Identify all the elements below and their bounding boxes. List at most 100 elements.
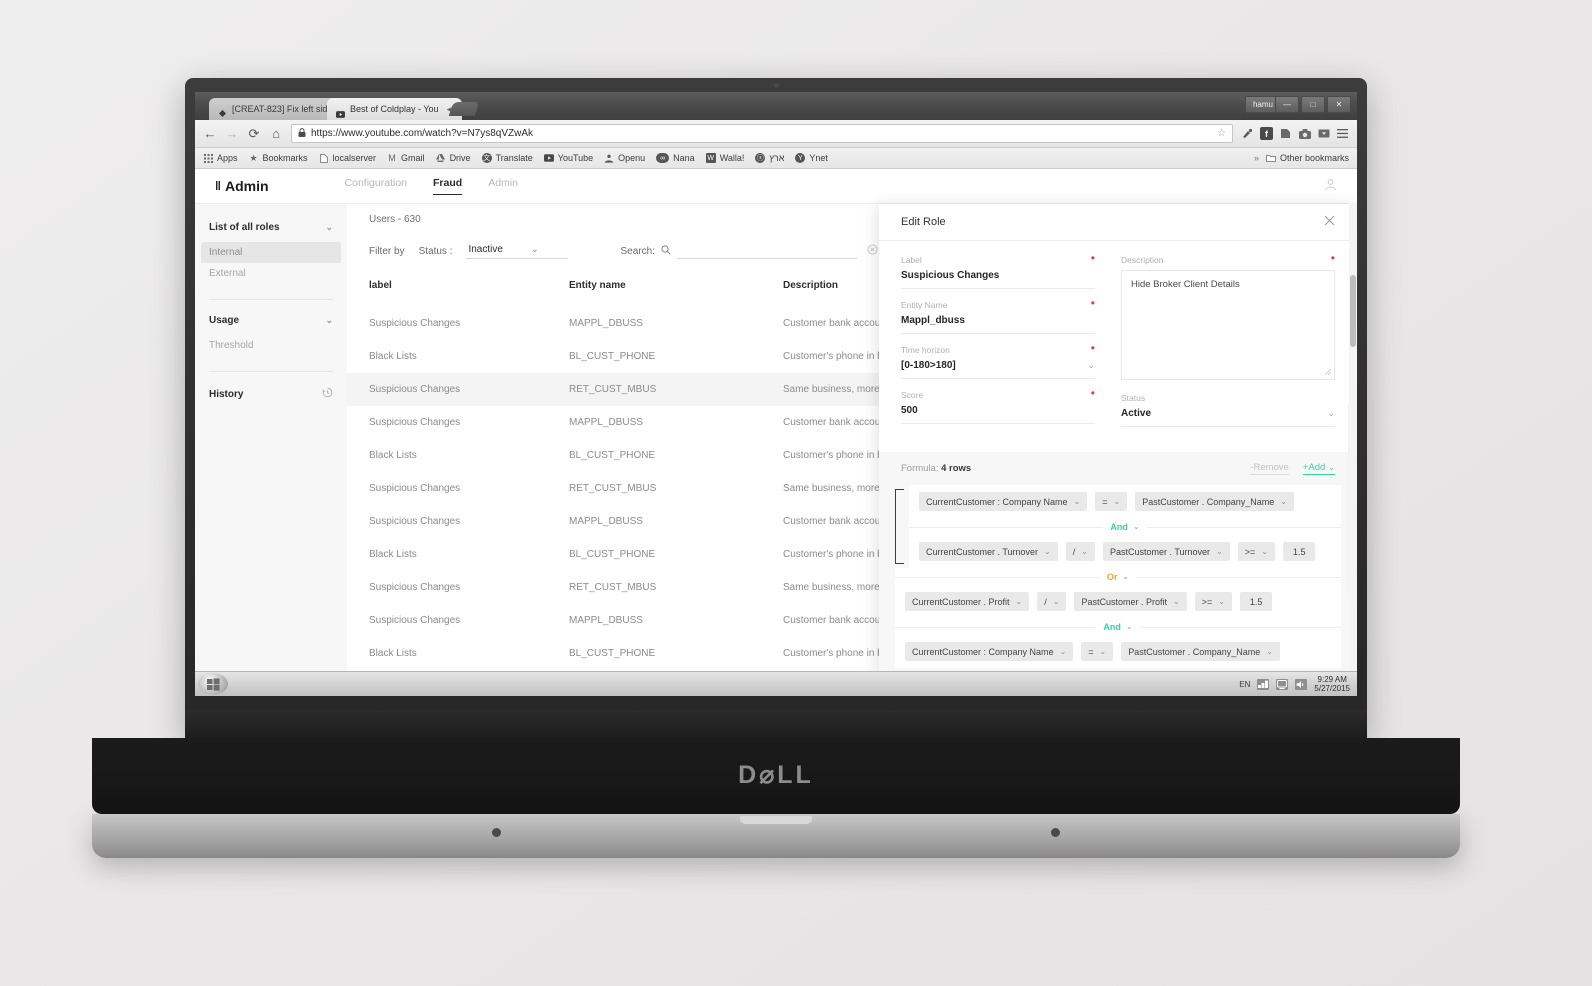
score-input[interactable]: 500 [901, 405, 1095, 424]
tab-admin[interactable]: Admin [488, 177, 518, 195]
status-filter-select[interactable]: Inactive ⌄ [466, 244, 569, 259]
sidebar-item-history[interactable]: History [209, 387, 333, 401]
sidebar-item-internal[interactable]: Internal [201, 242, 341, 263]
clear-circle-icon[interactable] [867, 244, 878, 258]
formula-joiner-and[interactable]: And ⌄ [909, 518, 1341, 535]
tray-language-indicator[interactable]: EN [1239, 680, 1250, 689]
bookmark-bookmarks[interactable]: ★ Bookmarks [249, 153, 307, 164]
formula-chip[interactable]: 1.5 [1239, 592, 1273, 611]
formula-row: CurrentCustomer . Turnover ⌄ / ⌄ PastCustome… [909, 535, 1341, 568]
add-row-label: +Add [1302, 462, 1326, 473]
drawer-header: Edit Role [879, 204, 1357, 241]
facebook-icon[interactable]: f [1260, 127, 1273, 140]
bookmark-openu[interactable]: Openu [604, 153, 645, 163]
formula-chip[interactable]: CurrentCustomer . Profit ⌄ [905, 592, 1030, 611]
formula-chip[interactable]: 1.5 [1282, 542, 1316, 561]
volume-icon[interactable] [1295, 678, 1308, 690]
bookmark-star-icon[interactable]: ☆ [1217, 128, 1226, 139]
bookmark-ynet[interactable]: Y Ynet [795, 153, 828, 163]
formula-chip[interactable]: >= ⌄ [1194, 592, 1232, 611]
formula-chip[interactable]: = ⌄ [1081, 642, 1114, 661]
forward-icon[interactable]: → [225, 126, 239, 141]
menu-icon[interactable] [1336, 127, 1349, 140]
taskbar-clock[interactable]: 9:29 AM 5/27/2015 [1314, 675, 1350, 693]
formula-chip[interactable]: CurrentCustomer : Company Name ⌄ [905, 642, 1074, 661]
person-icon[interactable] [1324, 178, 1337, 194]
joiner-or-label: Or [1106, 571, 1118, 582]
tab-fraud[interactable]: Fraud [433, 177, 463, 195]
sidebar-group-usage-header[interactable]: Usage ⌄ [209, 315, 333, 326]
field-entity-name: Entity Name • Mappl_dbuss [901, 297, 1095, 334]
screencast-icon[interactable] [1317, 127, 1330, 140]
formula-chip[interactable]: / ⌄ [1065, 542, 1095, 561]
formula-chip[interactable]: PastCustomer . Turnover ⌄ [1102, 542, 1230, 561]
formula-chip-label: CurrentCustomer . Profit [912, 596, 1010, 607]
sidebar-group-roles-header[interactable]: List of all roles ⌄ [209, 222, 333, 233]
status-select[interactable]: Active ⌄ [1121, 408, 1335, 427]
new-tab-button[interactable] [448, 102, 480, 116]
action-center-icon[interactable] [1276, 678, 1289, 690]
chevron-down-icon: ⌄ [1052, 597, 1060, 606]
sidebar-item-threshold[interactable]: Threshold [201, 335, 341, 356]
bookmark-youtube[interactable]: YouTube [543, 153, 593, 163]
label-input[interactable]: Suspicious Changes [901, 270, 1095, 289]
tab-configuration[interactable]: Configuration [345, 177, 407, 195]
bookmark-translate[interactable]: 文 Translate [481, 153, 533, 163]
bookmark-walla[interactable]: W Walla! [705, 153, 744, 163]
form-column-right: Description • Hide Broker Client Details [1121, 252, 1335, 438]
bookmark-arutz[interactable]: ⓢ ארץ [755, 153, 784, 163]
cell-role-entity: BL_CUST_PHONE [569, 351, 656, 362]
home-icon[interactable]: ⌂ [269, 126, 283, 141]
bookmark-nana[interactable]: ∞ Nana [656, 153, 695, 163]
bookmarks-overflow-icon[interactable]: » [1254, 153, 1259, 163]
window-maximize-button[interactable]: □ [1301, 96, 1325, 113]
network-icon[interactable] [1257, 678, 1270, 690]
bookmark-apps[interactable]: Apps [203, 153, 238, 163]
reload-icon[interactable]: ⟳ [247, 126, 261, 141]
column-header-label[interactable]: label [347, 268, 547, 307]
formula-joiner-and[interactable]: And ⌄ [895, 618, 1341, 635]
bookmark-localserver[interactable]: localserver [319, 153, 376, 163]
back-icon[interactable]: ← [203, 126, 217, 141]
bookmark-gmail[interactable]: M Gmail [387, 153, 424, 163]
camera-icon[interactable] [1298, 127, 1311, 140]
windows-taskbar: EN 9:29 AM 5/27/2015 [195, 671, 1357, 696]
formula-chip[interactable]: PastCustomer . Company_Name ⌄ [1121, 642, 1280, 661]
search-input[interactable] [676, 243, 857, 259]
window-minimize-button[interactable]: — [1275, 96, 1299, 113]
formula-group-2-rows: CurrentCustomer . Profit ⌄ / ⌄ PastCustomer … [895, 585, 1341, 668]
browser-tab-2[interactable]: Best of Coldplay - You ◂ × [327, 98, 462, 120]
page-scrollbar-thumb[interactable] [1350, 275, 1356, 347]
formula-chip[interactable]: PastCustomer . Profit ⌄ [1074, 592, 1187, 611]
formula-chip[interactable]: CurrentCustomer . Turnover ⌄ [919, 542, 1058, 561]
formula-chip[interactable]: PastCustomer . Company_Name ⌄ [1135, 492, 1294, 511]
deck-foot-left [492, 828, 501, 837]
formula-chip[interactable]: / ⌄ [1037, 592, 1067, 611]
add-row-button[interactable]: +Add ⌄ [1302, 462, 1335, 475]
app-header: ‖ Admin Configuration Fraud Admin [195, 169, 1357, 204]
app-body: List of all roles ⌄ Internal External Us… [195, 204, 1357, 696]
formula-chip[interactable]: >= ⌄ [1237, 542, 1275, 561]
formula-chip[interactable]: = ⌄ [1095, 492, 1128, 511]
remove-row-button[interactable]: -Remove [1250, 462, 1289, 475]
column-header-entity[interactable]: Entity name [547, 268, 761, 307]
window-close-button[interactable]: ✕ [1327, 96, 1351, 113]
entity-name-input[interactable]: Mappl_dbuss [901, 315, 1095, 334]
time-horizon-select[interactable]: [0-180>180] ⌄ [901, 360, 1095, 379]
field-score-caption: Score • [901, 387, 1095, 400]
formula-joiner-or[interactable]: Or ⌄ [895, 568, 1341, 585]
resize-grip-icon[interactable] [1324, 368, 1332, 378]
bookmark-drive[interactable]: Drive [436, 153, 471, 163]
formula-chip[interactable]: CurrentCustomer : Company Name ⌄ [919, 492, 1088, 511]
other-bookmarks-folder[interactable]: Other bookmarks [1265, 153, 1349, 163]
extension-icon[interactable] [1241, 127, 1254, 140]
description-textarea[interactable]: Hide Broker Client Details [1121, 270, 1335, 380]
windows-start-orb[interactable] [198, 673, 228, 695]
pocket-icon[interactable] [1279, 127, 1292, 140]
sidebar-item-external[interactable]: External [201, 263, 341, 284]
nana-icon: ∞ [656, 153, 670, 163]
ynet-icon: Y [795, 153, 806, 163]
address-bar[interactable]: https://www.youtube.com/watch?v=N7ys8qVZ… [291, 124, 1233, 143]
close-x-icon[interactable] [1324, 215, 1335, 229]
other-bookmarks-label: Other bookmarks [1279, 153, 1349, 163]
